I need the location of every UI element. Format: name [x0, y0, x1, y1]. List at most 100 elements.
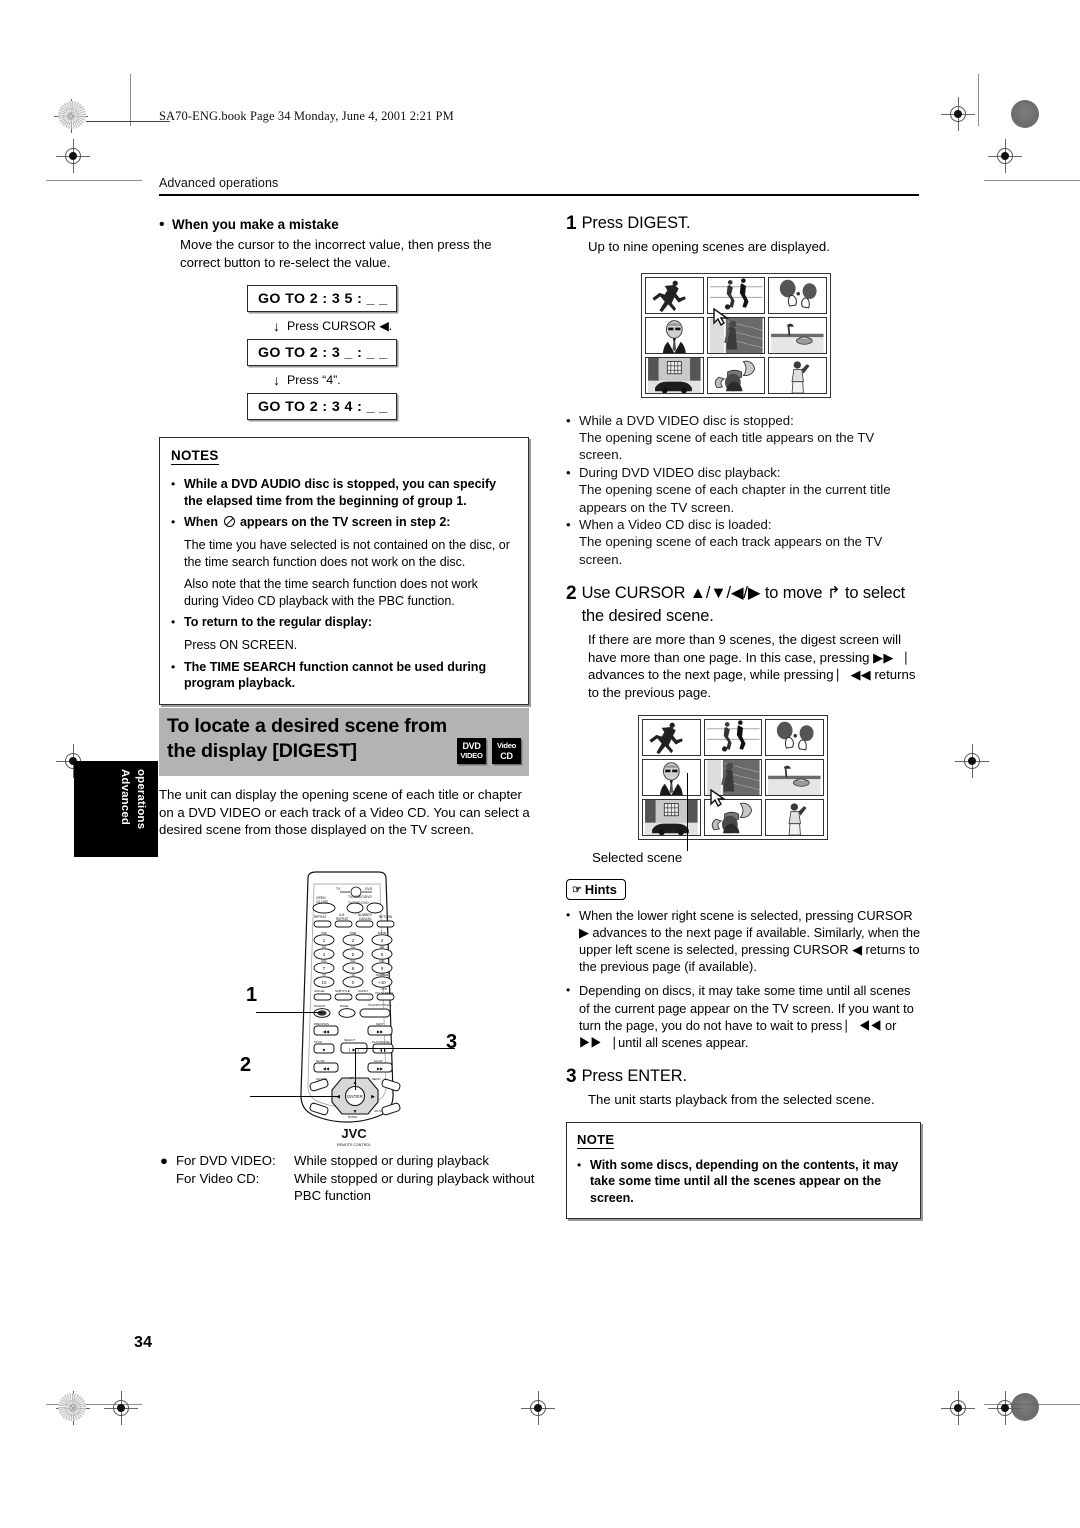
svg-text:RETURN: RETURN [379, 915, 393, 919]
digest-cell-person[interactable] [765, 798, 824, 836]
step-1-number: 1 [566, 213, 577, 234]
digest-cell-baseball[interactable] [642, 718, 701, 756]
digest-cell-baseball[interactable] [645, 276, 704, 314]
digest-cell-soccer[interactable] [703, 718, 763, 756]
bullet-glyph: • [566, 907, 571, 922]
crop-line-top-right-h [984, 180, 1080, 181]
selected-scene-label: Selected scene [592, 849, 683, 865]
availability-label: For Video CD: [176, 1170, 260, 1186]
digest-cell-man-suit-selected[interactable] [642, 758, 701, 796]
step-1-body: Up to nine opening scenes are displayed. [588, 239, 830, 254]
svg-text:PREVIOUS: PREVIOUS [314, 1022, 329, 1026]
bullet-text: While a DVD VIDEO disc is stopped: The o… [579, 412, 921, 464]
svg-text:+10: +10 [378, 980, 386, 985]
callout-2-leader [250, 1096, 338, 1098]
bullet-glyph: • [171, 659, 176, 674]
notes-subtext: The time you have selected is not contai… [184, 537, 510, 569]
bullet-head: While a DVD VIDEO disc is stopped: [579, 412, 794, 428]
notes-title: NOTES [171, 448, 219, 466]
svg-text:TIME: TIME [350, 931, 357, 935]
svg-text:CH: CH [380, 945, 384, 949]
svg-text:- JOG/SHUTTLE +: - JOG/SHUTTLE + [366, 1003, 392, 1007]
step-3-body: The unit starts playback from the select… [588, 1092, 875, 1108]
svg-text:CANCEL: CANCEL [359, 917, 372, 921]
digest-screen-2 [638, 714, 828, 851]
digest-cell-man-suit[interactable] [645, 316, 704, 354]
selected-scene-leader [687, 772, 689, 851]
dvd-video-logo-line1: DVD [462, 741, 481, 751]
side-tab-line2: operations [135, 769, 147, 830]
goto-display-3: GO TO 2 : 3 4 : _ _ [247, 393, 397, 421]
callout-1-leader [256, 1012, 322, 1014]
bullet-glyph: • [566, 464, 571, 480]
svg-text:REPEAT: REPEAT [336, 917, 349, 921]
digest-cell-tabletennis[interactable] [768, 276, 827, 314]
halftone-patch-top-left [58, 101, 86, 129]
bullet-glyph: • [171, 477, 176, 492]
svg-text:▶▶: ▶▶ [377, 1066, 384, 1071]
bullet-glyph: • [159, 216, 165, 233]
digest-grid-2 [638, 714, 828, 840]
svg-text:SELECT: SELECT [344, 1038, 355, 1042]
cursor-pointer-icon [713, 307, 729, 326]
page-number: 34 [134, 1334, 153, 1351]
digest-cell-car[interactable] [642, 798, 701, 836]
crop-line-top-left-h [46, 180, 142, 181]
notes-item-text: The TIME SEARCH function cannot be used … [184, 659, 487, 691]
note-box: NOTE • With some discs, depending on the… [566, 1121, 921, 1219]
svg-text:DOWN: DOWN [348, 1115, 357, 1119]
svg-text:UP: UP [349, 1076, 353, 1080]
prohibition-icon [223, 516, 235, 528]
section-intro: The unit can display the opening scene o… [159, 787, 530, 838]
hint-item: • Depending on discs, it may take some t… [566, 982, 921, 1051]
mistake-heading-row: • When you make a mistake [159, 216, 529, 234]
svg-text:SLOW: SLOW [374, 1059, 383, 1063]
svg-text:TOP: TOP [321, 931, 327, 935]
digest-cell-car[interactable] [645, 356, 704, 394]
step-1-bullets: • While a DVD VIDEO disc is stopped: The… [566, 412, 921, 569]
svg-text:TV: TV [336, 887, 341, 891]
callout-3: 3 [446, 1031, 458, 1053]
svg-text:◀◀: ◀◀ [323, 1029, 330, 1034]
svg-text:VOL: VOL [379, 959, 385, 963]
spacer-cell [160, 1170, 176, 1205]
svg-text:▶: ▶ [371, 1094, 375, 1100]
goto-sequence: GO TO 2 : 3 5 : _ _ ↓ Press CURSOR ◀. GO… [159, 285, 529, 421]
video-cd-logo-icon: Video CD [492, 738, 521, 764]
svg-text:◀◀: ◀◀ [323, 1066, 330, 1071]
bullet-item: • While a DVD VIDEO disc is stopped: The… [566, 412, 921, 464]
bullet-glyph: • [171, 515, 176, 530]
digest-cell-beach[interactable] [765, 758, 824, 796]
halftone-patch-bottom-right [1011, 1393, 1039, 1421]
digest-cell-tabletennis[interactable] [765, 718, 824, 756]
availability-value: While stopped or during playback [294, 1153, 489, 1168]
remote-sub-text: REMOTE CONTROL [337, 1143, 371, 1147]
notes-box: NOTES • While a DVD AUDIO disc is stoppe… [159, 437, 529, 705]
left-column: • When you make a mistake Move the curso… [159, 216, 529, 705]
step-3-title: Press ENTER. [581, 1067, 687, 1086]
hint-text: Depending on discs, it may take some tim… [579, 983, 914, 1051]
digest-cell-beach[interactable] [768, 316, 827, 354]
down-arrow-icon: ↓ [273, 371, 280, 388]
file-header-rule [86, 121, 170, 122]
notes-item: • When appears on the TV screen in step … [171, 514, 516, 531]
notes-item-text: While a DVD AUDIO disc is stopped, you c… [184, 477, 497, 508]
bullet-item: • When a Video CD disc is loaded: The op… [566, 516, 921, 568]
digest-cell-person[interactable] [768, 356, 827, 394]
filled-bullet-icon: ● [160, 1153, 168, 1168]
hints-tag: ☞ Hints [566, 878, 626, 900]
remote-brand-text: JVC [341, 1126, 367, 1141]
svg-text:ENTER: ENTER [347, 1094, 363, 1099]
svg-text:CH: CH [322, 945, 326, 949]
bullet-glyph: • [566, 412, 571, 428]
mistake-body: Move the cursor to the incorrect value, … [180, 237, 492, 270]
digest-cell-trumpet[interactable] [706, 356, 766, 394]
bullet-glyph: • [171, 615, 176, 630]
chapter-side-tab: operations Advanced [74, 761, 158, 857]
availability-note: ● For DVD VIDEO: While stopped or during… [160, 1152, 540, 1205]
notes-item: • The TIME SEARCH function cannot be use… [171, 659, 516, 692]
step-2-body: If there are more than 9 scenes, the dig… [588, 632, 916, 701]
svg-text:AUDIO: AUDIO [358, 989, 368, 993]
running-head: Advanced operations [159, 176, 279, 190]
goto-display-1: GO TO 2 : 3 5 : _ _ [247, 285, 397, 313]
